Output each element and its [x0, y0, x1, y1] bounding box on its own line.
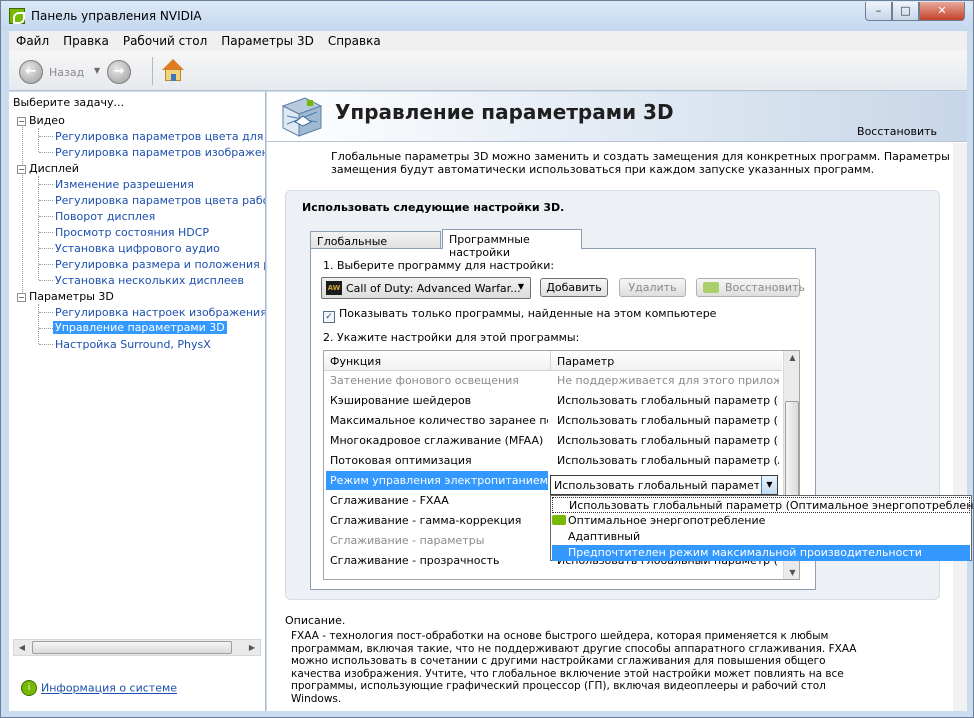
maximize-button[interactable]: □ — [892, 2, 919, 21]
show-found-programs-checkbox[interactable]: ✓ Показывать только программы, найденные … — [323, 307, 716, 323]
chevron-down-icon: ▼ — [517, 282, 524, 291]
tab-program-settings[interactable]: Программные настройки — [442, 229, 582, 259]
tree-link-multiple-displays[interactable]: Установка нескольких дисплеев — [55, 274, 244, 287]
toolbar-separator — [152, 57, 153, 85]
table-row[interactable]: Потоковая оптимизация Использовать глобал… — [324, 451, 782, 471]
game-icon: AW — [326, 281, 342, 295]
info-icon: i — [21, 680, 37, 696]
program-select[interactable]: AW Call of Duty: Advanced Warfar... ▼ — [321, 277, 531, 299]
menu-file[interactable]: Файл — [9, 31, 56, 51]
column-header-setting[interactable]: Параметр — [557, 355, 614, 368]
power-option-optimal[interactable]: Оптимальное энергопотребление — [552, 513, 970, 529]
step1-label: 1. Выберите программу для настройки: — [323, 259, 555, 272]
table-row[interactable]: Максимальное количество заранее под... Ис… — [324, 411, 782, 431]
task-panel: Выберите задачу... − Видео Регулировка па… — [9, 92, 266, 711]
restore-defaults-link[interactable]: Восстановить — [857, 125, 937, 138]
menu-bar: Файл Правка Рабочий стол Параметры 3D Справк… — [9, 31, 967, 51]
tree-link-video-color[interactable]: Регулировка параметров цвета для вид — [55, 130, 265, 143]
program-select-value: Call of Duty: Advanced Warfar... — [346, 282, 521, 295]
title-bar[interactable]: Панель управления NVIDIA — [1, 1, 973, 31]
content-vertical-scrollbar[interactable] — [953, 143, 967, 711]
tree-link-resolution[interactable]: Изменение разрешения — [55, 178, 194, 191]
menu-edit[interactable]: Правка — [56, 31, 116, 51]
tree-link-desktop-color[interactable]: Регулировка параметров цвета рабочег — [55, 194, 265, 207]
column-header-feature[interactable]: Функция — [330, 355, 381, 368]
table-row[interactable]: Многокадровое сглаживание (MFAA) Использо… — [324, 431, 782, 451]
page-description: Глобальные параметры 3D можно заменить и… — [331, 150, 950, 176]
power-option-adaptive[interactable]: Адаптивный — [552, 529, 970, 545]
collapse-icon[interactable]: − — [17, 117, 26, 126]
step2-label: 2. Укажите настройки для этой программы: — [323, 331, 580, 344]
tree-link-hdcp[interactable]: Просмотр состояния HDCP — [55, 226, 209, 239]
minimize-button[interactable]: – — [865, 2, 892, 21]
tree-link-size-position[interactable]: Регулировка размера и положения рабо — [55, 258, 265, 271]
nvidia-recommended-icon — [552, 515, 566, 525]
delete-program-button[interactable]: Удалить — [619, 278, 686, 297]
tree-link-audio[interactable]: Установка цифрового аудио — [55, 242, 220, 255]
nvidia-icon — [703, 282, 719, 293]
system-info[interactable]: i Информация о системе — [21, 680, 177, 696]
content-panel: Управление параметрами 3D Восстановить Г… — [267, 92, 974, 711]
tree-node-video[interactable]: − Видео — [17, 114, 65, 127]
description-body: FXAA - технология пост-обработки на осно… — [291, 630, 857, 705]
add-program-button[interactable]: Добавить — [540, 278, 608, 297]
scroll-left-icon[interactable]: ◀ — [14, 640, 30, 655]
scroll-right-icon[interactable]: ▶ — [244, 640, 260, 655]
nvidia-app-icon — [9, 8, 25, 24]
back-arrow-icon[interactable]: ← — [19, 60, 43, 84]
scroll-down-icon[interactable]: ▼ — [784, 568, 799, 577]
collapse-icon[interactable]: − — [17, 165, 26, 174]
tree-link-rotate[interactable]: Поворот дисплея — [55, 210, 155, 223]
tree-link-manage-3d[interactable]: Управление параметрами 3D — [53, 321, 227, 334]
power-mode-options: Использовать глобальный параметр (Оптима… — [550, 495, 974, 561]
toolbar: ← Назад ▼ → — [9, 51, 967, 91]
restore-program-button[interactable]: Восстановить — [696, 278, 805, 297]
chevron-down-icon[interactable]: ▼ — [761, 476, 777, 494]
power-mode-select-value: Использовать глобальный параметр (Оп — [554, 479, 759, 492]
tree-link-surround-physx[interactable]: Настройка Surround, PhysX — [55, 338, 211, 351]
menu-help[interactable]: Справка — [321, 31, 388, 51]
group-title: Использовать следующие настройки 3D. — [302, 201, 565, 214]
3d-settings-logo-icon — [281, 97, 323, 137]
page-header: Управление параметрами 3D Восстановить — [267, 92, 967, 142]
table-row[interactable]: Затенение фонового освещения Не поддержив… — [324, 371, 782, 391]
collapse-icon[interactable]: − — [17, 293, 26, 302]
history-dropdown-icon[interactable]: ▼ — [94, 66, 100, 75]
power-option-max-performance[interactable]: Предпочтителен режим максимальной произв… — [552, 545, 970, 561]
power-mode-select[interactable]: Использовать глобальный параметр (Оп ▼ — [550, 475, 778, 495]
tree-horizontal-scrollbar[interactable]: ◀ ▶ — [13, 639, 261, 656]
checkbox-check-icon[interactable]: ✓ — [323, 311, 335, 323]
system-info-link[interactable]: Информация о системе — [41, 682, 177, 695]
tree-link-video-image[interactable]: Регулировка параметров изображения д — [55, 146, 265, 159]
app-window: Панель управления NVIDIA – □ ✕ Файл Правк… — [0, 0, 974, 718]
menu-3d-settings[interactable]: Параметры 3D — [214, 31, 321, 51]
grid-header: Функция Параметр — [324, 351, 782, 371]
tree-node-display[interactable]: − Дисплей — [17, 162, 79, 175]
back-button-label[interactable]: Назад — [49, 66, 84, 79]
page-title: Управление параметрами 3D — [335, 100, 674, 124]
scrollbar-thumb[interactable] — [32, 641, 232, 654]
tree-link-image-settings[interactable]: Регулировка настроек изображения с пр — [55, 306, 265, 319]
close-button[interactable]: ✕ — [919, 2, 965, 21]
window-title: Панель управления NVIDIA — [31, 9, 202, 23]
menu-desktop[interactable]: Рабочий стол — [116, 31, 214, 51]
description-title: Описание. — [285, 614, 346, 627]
power-option-global[interactable]: Использовать глобальный параметр (Оптима… — [552, 497, 974, 513]
task-panel-header: Выберите задачу... — [13, 96, 125, 109]
home-icon[interactable] — [161, 59, 185, 83]
forward-arrow-icon[interactable]: → — [107, 60, 131, 84]
table-row[interactable]: Кэширование шейдеров Использовать глобаль… — [324, 391, 782, 411]
task-tree: − Видео Регулировка параметров цвета для … — [15, 114, 265, 634]
tree-node-3d-settings[interactable]: − Параметры 3D — [17, 290, 114, 303]
scroll-up-icon[interactable]: ▲ — [784, 353, 799, 362]
tab-global-settings[interactable]: Глобальные параметры — [310, 231, 441, 261]
